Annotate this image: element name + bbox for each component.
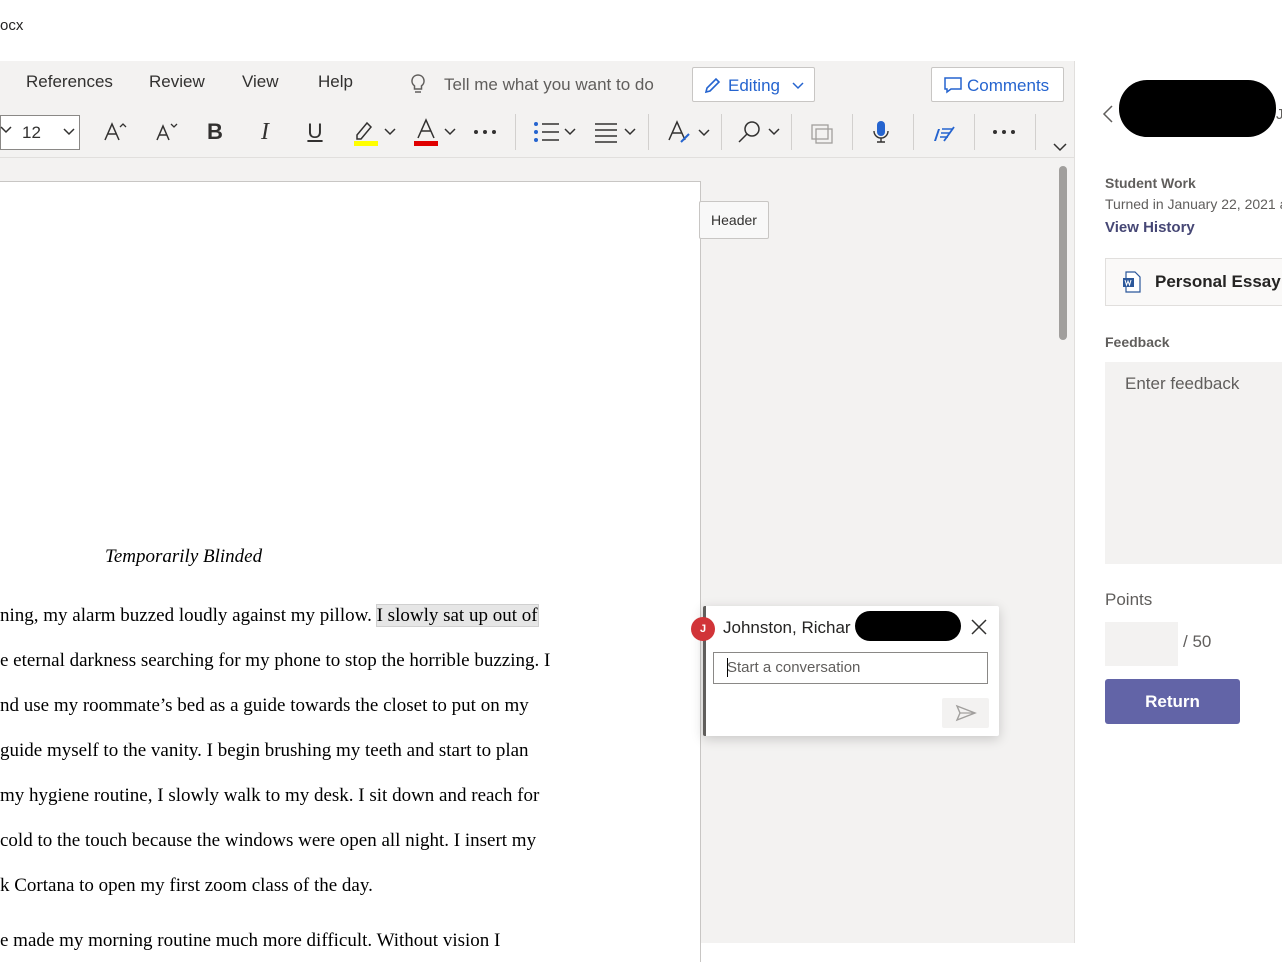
document-heading: Temporarily Blinded: [105, 546, 263, 567]
comment-icon: [943, 76, 963, 99]
more-font-options-icon[interactable]: [470, 114, 500, 150]
more-options-icon[interactable]: [989, 114, 1019, 150]
find-button[interactable]: [734, 114, 784, 150]
comments-button[interactable]: Comments: [931, 67, 1064, 102]
tell-me-search[interactable]: Tell me what you want to do: [444, 75, 654, 95]
chevron-down-icon: [62, 124, 76, 143]
word-file-icon: [1122, 271, 1142, 298]
toolbar-separator: [974, 114, 975, 150]
return-button[interactable]: Return: [1105, 679, 1240, 724]
editing-label: Editing: [728, 76, 780, 95]
immersive-reader-icon[interactable]: [806, 114, 838, 150]
feedback-label: Feedback: [1105, 334, 1170, 350]
conversation-input[interactable]: Start a conversation: [713, 652, 988, 684]
comment-author: Johnston, Richar: [723, 618, 851, 637]
back-chevron-icon[interactable]: [1101, 104, 1115, 129]
attachment-name[interactable]: Personal Essay 1: [1155, 272, 1282, 292]
commented-text[interactable]: I slowly sat up out of: [375, 604, 539, 627]
view-history-link[interactable]: View History: [1105, 219, 1195, 236]
editor-icon[interactable]: [928, 114, 958, 150]
toolbar-separator: [515, 114, 516, 150]
styles-button[interactable]: [664, 114, 714, 150]
highlight-swatch: [354, 141, 378, 146]
tab-references[interactable]: References: [26, 72, 113, 92]
turned-in-status: Turned in January 22, 2021 a: [1105, 196, 1282, 212]
dictate-microphone-icon[interactable]: [866, 114, 896, 150]
tab-view[interactable]: View: [242, 72, 279, 92]
chevron-down-icon: [791, 78, 805, 97]
lightbulb-icon[interactable]: [408, 72, 428, 103]
editing-mode-button[interactable]: Editing: [692, 67, 815, 102]
toolbar-separator: [1035, 114, 1036, 150]
tab-help[interactable]: Help: [318, 72, 353, 92]
toolbar-separator: [648, 114, 649, 150]
font-color-button[interactable]: [410, 114, 460, 150]
header-initial: J: [1276, 106, 1282, 123]
points-label: Points: [1105, 590, 1153, 609]
body-line: ning, my alarm buzzed loudly against my …: [0, 604, 539, 627]
highlight-color-button[interactable]: [350, 114, 400, 150]
chevron-down-icon: [0, 122, 13, 141]
body-line: e made my morning routine much more diff…: [0, 930, 501, 951]
comments-label: Comments: [967, 76, 1050, 95]
font-size-dropdown[interactable]: 12: [0, 115, 80, 150]
student-work-label: Student Work: [1105, 175, 1196, 191]
shrink-font-icon[interactable]: [152, 114, 182, 150]
header-tag[interactable]: Header: [699, 201, 769, 239]
italic-icon[interactable]: I: [250, 114, 280, 150]
points-total: / 50: [1183, 632, 1212, 651]
points-input[interactable]: [1105, 622, 1178, 666]
toolbar-separator: [791, 114, 792, 150]
pencil-icon: [703, 75, 723, 100]
redaction-mark: [1119, 80, 1276, 137]
title-bar: [0, 0, 1282, 61]
send-icon: [955, 704, 977, 727]
body-line: cold to the touch because the windows we…: [0, 830, 537, 851]
bold-icon[interactable]: B: [200, 114, 230, 150]
redaction-mark: [855, 611, 961, 641]
text-caret: [727, 658, 728, 677]
toolbar-separator: [852, 114, 853, 150]
body-line: e eternal darkness searching for my phon…: [0, 650, 551, 671]
tab-review[interactable]: Review: [149, 72, 205, 92]
underline-icon[interactable]: U: [300, 114, 330, 150]
toolbar-separator: [913, 114, 914, 150]
avatar: J: [691, 617, 715, 641]
body-line: guide myself to the vanity. I begin brus…: [0, 740, 529, 761]
align-button[interactable]: [590, 114, 640, 150]
feedback-placeholder: Enter feedback: [1125, 374, 1240, 393]
toolbar-separator: [721, 114, 722, 150]
document-title: ocx: [0, 17, 24, 34]
body-text: ning, my alarm buzzed loudly against my …: [0, 605, 377, 626]
scrollbar-thumb[interactable]: [1059, 166, 1067, 340]
font-color-swatch: [414, 141, 438, 146]
bullets-button[interactable]: [530, 114, 580, 150]
body-line: my hygiene routine, I slowly walk to my …: [0, 785, 540, 806]
body-line: nd use my roommate’s bed as a guide towa…: [0, 695, 529, 716]
font-size-value: 12: [22, 123, 41, 142]
ribbon-expand-chevron-icon[interactable]: [1052, 140, 1068, 159]
close-icon[interactable]: [969, 617, 989, 642]
grow-font-icon[interactable]: [100, 114, 130, 150]
send-button[interactable]: [942, 698, 989, 728]
body-line: k Cortana to open my first zoom class of…: [0, 875, 373, 896]
